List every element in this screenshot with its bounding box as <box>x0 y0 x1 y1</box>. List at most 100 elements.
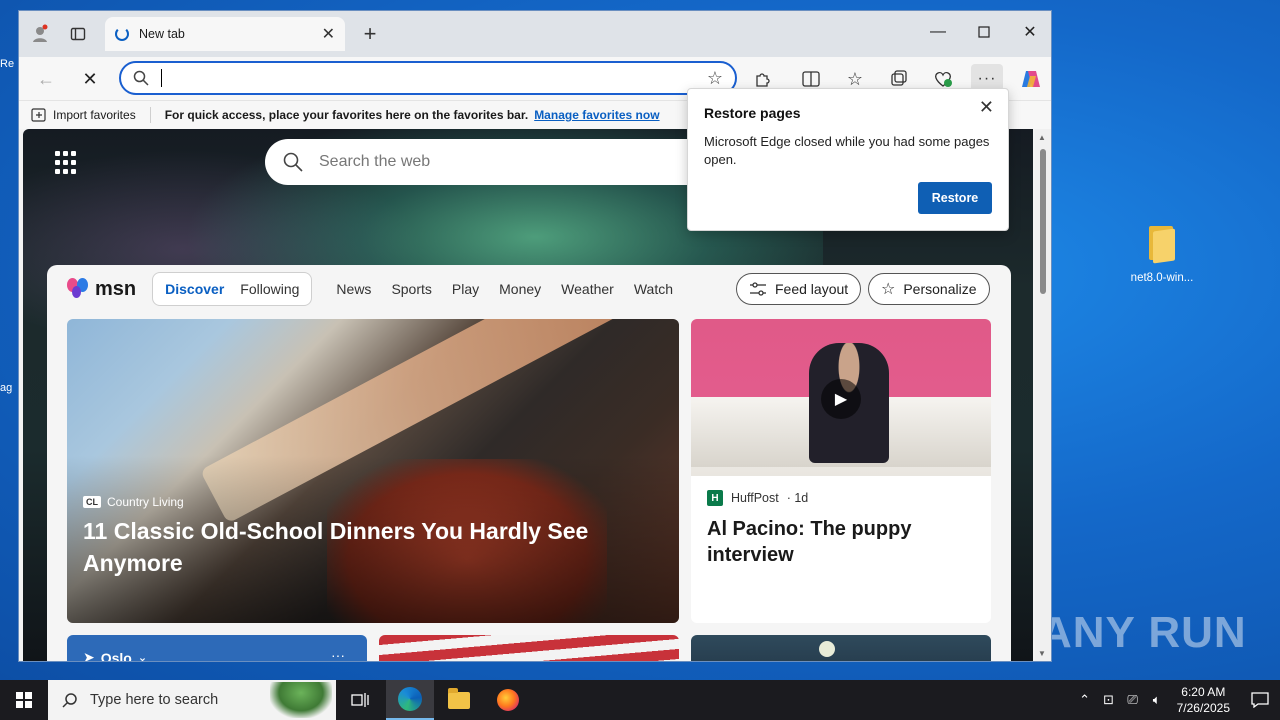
play-icon[interactable]: ▶ <box>821 379 861 419</box>
network-icon[interactable]: ⎚ <box>1121 692 1145 708</box>
feed-layout-button[interactable]: Feed layout <box>736 273 862 305</box>
loading-icon <box>115 27 129 41</box>
back-button[interactable]: ← <box>31 64 61 94</box>
maximize-icon <box>978 26 990 38</box>
nav-weather[interactable]: Weather <box>561 281 614 297</box>
weather-card[interactable]: ➤ Oslo ⌄ ··· <box>67 635 367 662</box>
restore-button[interactable]: Restore <box>918 182 992 214</box>
favorite-star-icon[interactable]: ☆ <box>707 68 723 89</box>
page-scrollbar[interactable]: ▲ ▼ <box>1035 129 1051 661</box>
article-card-flag[interactable] <box>379 635 679 661</box>
start-button[interactable] <box>0 680 48 720</box>
huffpost-logo-icon: H <box>707 490 723 506</box>
clock-time: 6:20 AM <box>1181 685 1226 699</box>
source-logo-icon: CL <box>83 496 101 508</box>
weather-location-name: Oslo <box>100 649 132 662</box>
profile-icon <box>33 24 48 42</box>
favorites-star-icon: ☆ <box>846 68 864 89</box>
desktop-icon-folder[interactable]: net8.0-win... <box>1125 224 1199 284</box>
minimize-button[interactable]: — <box>915 11 961 53</box>
file-explorer-icon <box>448 687 470 709</box>
taskbar-firefox[interactable] <box>484 680 532 720</box>
location-arrow-icon: ➤ <box>83 649 95 662</box>
clock[interactable]: 6:20 AM 7/26/2025 <box>1177 684 1230 716</box>
tab-actions-button[interactable] <box>63 19 93 49</box>
restore-pages-popup: Restore pages ✕ Microsoft Edge closed wh… <box>687 88 1009 231</box>
desktop-icon-label: net8.0-win... <box>1130 272 1194 284</box>
tab-following[interactable]: Following <box>232 281 307 297</box>
nav-news[interactable]: News <box>336 281 371 297</box>
scroll-down-icon[interactable]: ▼ <box>1038 649 1046 658</box>
taskbar-file-explorer[interactable] <box>435 680 483 720</box>
card-headline[interactable]: Al Pacino: The puppy interview <box>707 516 975 568</box>
nav-sports[interactable]: Sports <box>391 281 431 297</box>
search-icon <box>133 70 149 86</box>
desktop-left-strip: Re ag <box>0 0 18 680</box>
taskbar-edge[interactable] <box>386 680 434 720</box>
personalize-button[interactable]: ☆ Personalize <box>868 273 990 305</box>
meet-now-icon[interactable]: ⊡ <box>1097 692 1121 708</box>
scroll-thumb[interactable] <box>1040 149 1046 294</box>
video-article-card[interactable]: ▶ H HuffPost · 1d Al Pacino: The puppy i… <box>691 319 991 623</box>
clock-date: 7/26/2025 <box>1176 701 1230 715</box>
address-input[interactable] <box>172 70 707 86</box>
card-source-name: HuffPost <box>731 491 779 505</box>
nav-play[interactable]: Play <box>452 281 479 297</box>
chevron-down-icon: ⌄ <box>137 652 148 662</box>
sparkle-star-icon: ☆ <box>881 281 896 298</box>
search-icon <box>283 152 303 172</box>
chevron-up-icon[interactable]: ⌃ <box>1073 692 1097 708</box>
popup-title: Restore pages <box>704 105 801 121</box>
msn-feed: msn Discover Following News Sports Play … <box>47 265 1011 662</box>
manage-favorites-link[interactable]: Manage favorites now <box>534 108 659 122</box>
weather-location[interactable]: ➤ Oslo ⌄ <box>83 649 148 662</box>
plus-icon: + <box>363 21 377 46</box>
firefox-icon <box>497 689 519 711</box>
tab-discover[interactable]: Discover <box>157 281 232 297</box>
back-arrow-icon: ← <box>37 68 55 89</box>
weather-more-button[interactable]: ··· <box>331 647 345 661</box>
tab-new-tab[interactable]: New tab ✕ <box>105 17 345 51</box>
hero-headline[interactable]: 11 Classic Old-School Dinners You Hardly… <box>83 515 623 579</box>
msn-butterfly-icon <box>67 278 91 300</box>
profile-button[interactable] <box>25 19 55 49</box>
import-favorites-button[interactable]: Import favorites <box>31 107 151 123</box>
stop-button[interactable]: ✕ <box>75 64 105 94</box>
scroll-up-icon[interactable]: ▲ <box>1038 133 1046 142</box>
maximize-button[interactable] <box>961 11 1007 53</box>
notifications-button[interactable] <box>1240 680 1280 720</box>
copilot-icon <box>1022 71 1040 87</box>
tab-actions-icon <box>70 27 86 41</box>
search-icon <box>62 693 77 708</box>
close-tab-icon[interactable]: ✕ <box>322 24 335 44</box>
hero-article-card[interactable]: CL Country Living 11 Classic Old-School … <box>67 319 679 623</box>
heart-pulse-icon <box>935 71 952 87</box>
favorites-hint: For quick access, place your favorites h… <box>164 108 529 122</box>
copilot-button[interactable] <box>1015 64 1047 94</box>
volume-icon[interactable]: 🔈︎ <box>1145 692 1169 708</box>
notification-icon <box>1251 692 1269 708</box>
folder-icon <box>1147 224 1177 264</box>
feed-layout-label: Feed layout <box>775 281 849 297</box>
import-icon <box>31 108 46 122</box>
popup-message: Microsoft Edge closed while you had some… <box>704 134 990 167</box>
article-card-night[interactable] <box>691 635 991 661</box>
msn-logo[interactable]: msn <box>67 278 136 301</box>
nav-watch[interactable]: Watch <box>634 281 673 297</box>
nav-money[interactable]: Money <box>499 281 541 297</box>
sliders-icon <box>750 282 766 296</box>
popup-close-icon[interactable]: ✕ <box>979 97 994 118</box>
feed-nav: msn Discover Following News Sports Play … <box>47 265 1011 313</box>
desktop-fragment: ag <box>0 382 13 394</box>
app-launcher-icon[interactable] <box>55 151 79 175</box>
new-tab-button[interactable]: + <box>355 19 385 49</box>
hero-source-name: Country Living <box>107 495 184 509</box>
text-caret <box>161 69 162 87</box>
desktop-fragment: Re <box>0 58 15 70</box>
task-view-button[interactable] <box>336 680 384 720</box>
watermark-text: ANY RUN <box>1040 608 1247 657</box>
address-bar[interactable]: ☆ <box>119 61 737 95</box>
taskbar-search[interactable]: Type here to search <box>48 680 336 720</box>
close-window-button[interactable]: ✕ <box>1007 11 1051 53</box>
article-thumbnail: ▶ <box>691 319 991 476</box>
